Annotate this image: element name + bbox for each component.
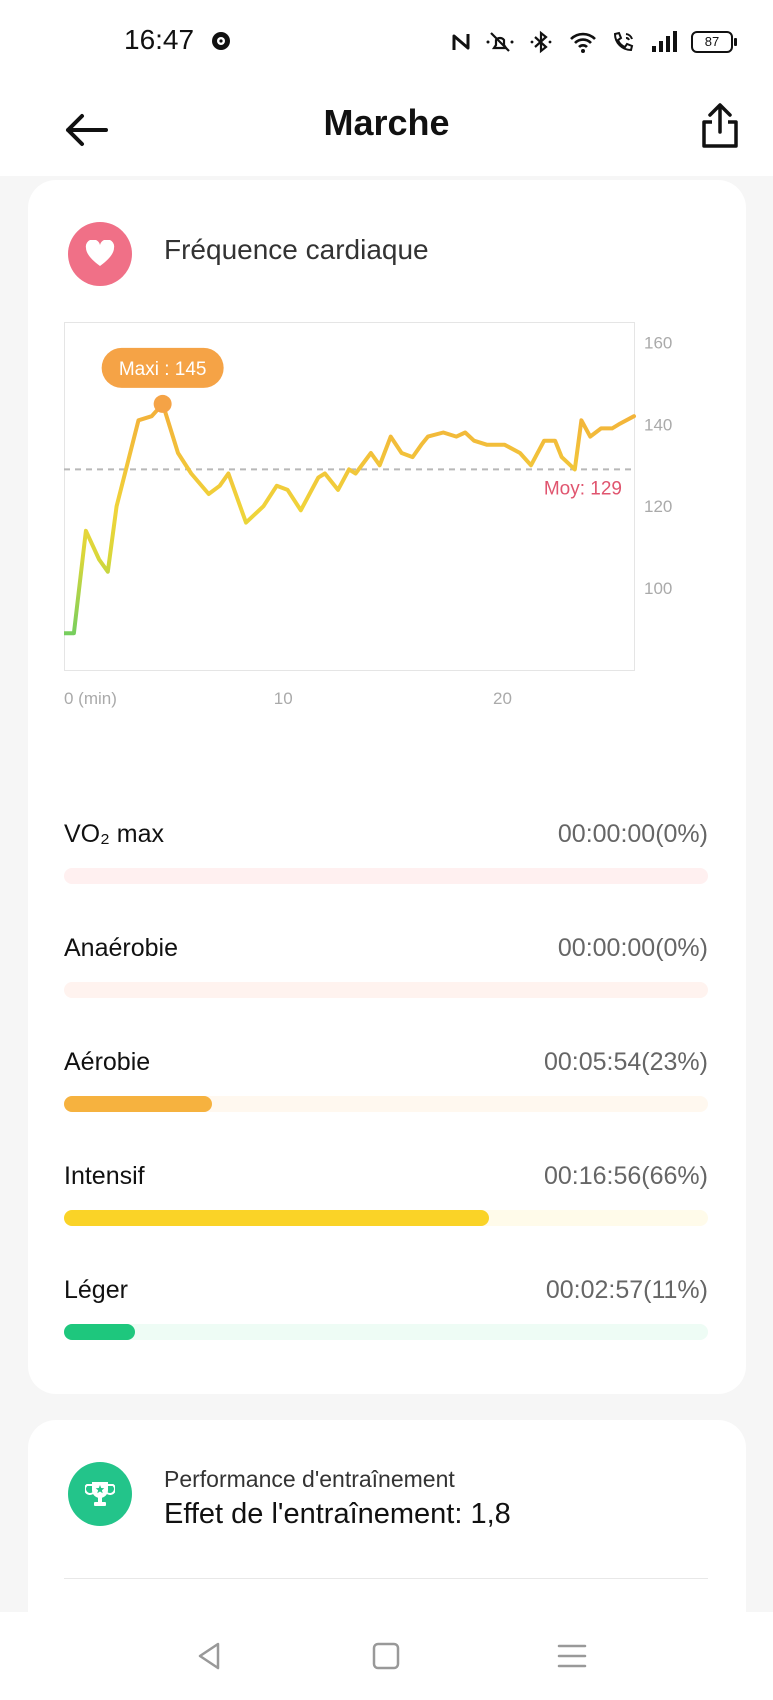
y-tick-label: 120 xyxy=(644,497,672,516)
average-label: Moy: 129 xyxy=(544,478,622,499)
max-point xyxy=(153,394,172,413)
performance-value: Effet de l'entraînement: 1,8 xyxy=(164,1498,511,1530)
back-nav-icon[interactable] xyxy=(188,1634,232,1678)
x-tick-label: 20 xyxy=(493,689,512,708)
max-badge: Maxi : 145 xyxy=(101,347,224,388)
performance-card[interactable]: Performance d'entraînement Effet de l'en… xyxy=(28,1420,746,1640)
status-bar: 16:47 87 xyxy=(0,0,773,88)
y-tick-label: 140 xyxy=(644,415,672,434)
wifi-icon xyxy=(570,32,596,53)
app-bar: Marche xyxy=(0,88,773,176)
menu-nav-icon[interactable] xyxy=(550,1634,594,1678)
zone-progress-track xyxy=(64,1210,708,1226)
heart-icon xyxy=(68,222,132,286)
heart-rate-card: Fréquence cardiaque 100 120 140 160 0 (min)… xyxy=(28,180,746,1394)
heart-rate-title: Fréquence cardiaque xyxy=(164,234,429,265)
status-time: 16:47 xyxy=(124,24,195,55)
home-nav-icon[interactable] xyxy=(364,1634,408,1678)
max-badge-label: Maxi : 145 xyxy=(119,359,207,380)
zone-label: Aérobie xyxy=(64,1048,151,1076)
performance-label: Performance d'entraînement xyxy=(164,1466,455,1492)
zone-progress-fill xyxy=(64,1324,135,1340)
battery-icon: 87 xyxy=(691,31,737,53)
zone-value: 00:02:57(11%) xyxy=(545,1276,708,1304)
status-icons: 87 xyxy=(451,28,737,56)
share-icon[interactable] xyxy=(696,100,744,152)
wifi-call-icon xyxy=(613,31,634,52)
bluetooth-icon xyxy=(530,30,552,54)
zone-progress-track xyxy=(64,1324,708,1340)
mute-icon xyxy=(486,32,514,52)
zone-label: Anaérobie xyxy=(64,934,178,962)
x-tick-label: 0 (min) xyxy=(64,689,117,708)
x-tick-label: 10 xyxy=(274,689,293,708)
zone-progress-track xyxy=(64,868,708,884)
divider xyxy=(64,1578,708,1579)
heart-rate-chart: 100 120 140 160 0 (min) 10 20 Maxi : 145 Moy:… xyxy=(64,322,734,742)
zone-label: VO₂ max xyxy=(64,820,164,848)
y-tick-label: 160 xyxy=(644,333,672,352)
signal-icon xyxy=(652,31,677,52)
zone-value: 00:00:00(0%) xyxy=(557,820,708,848)
zone-value: 00:00:00(0%) xyxy=(557,934,708,962)
y-tick-label: 100 xyxy=(644,579,672,598)
zone-progress-track xyxy=(64,1096,708,1112)
system-nav-bar xyxy=(0,1612,773,1700)
page-title: Marche xyxy=(323,102,450,143)
heart-rate-chart-svg: 100 120 140 160 0 (min) 10 20 Maxi : 145 Moy:… xyxy=(64,322,672,708)
trophy-icon xyxy=(68,1462,132,1526)
zone-progress-fill xyxy=(64,1210,490,1226)
app-notification-icon xyxy=(212,32,230,50)
nfc-icon xyxy=(452,34,470,50)
zone-progress-fill xyxy=(64,1096,213,1112)
zone-value: 00:05:54(23%) xyxy=(543,1048,708,1076)
zone-progress-track xyxy=(64,982,708,998)
zone-label: Intensif xyxy=(64,1162,145,1190)
zone-value: 00:16:56(66%) xyxy=(543,1162,708,1190)
zone-label: Léger xyxy=(64,1276,128,1304)
